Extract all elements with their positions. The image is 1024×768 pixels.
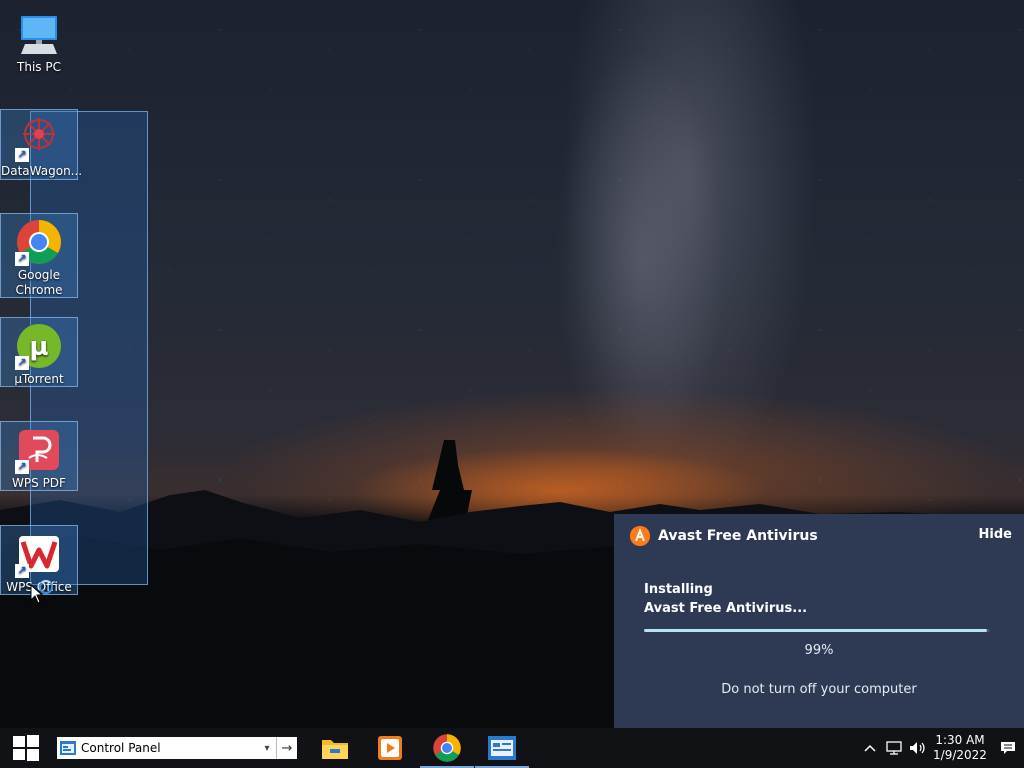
media-player-icon — [378, 736, 402, 760]
avast-title: Avast Free Antivirus — [658, 528, 818, 544]
computer-icon — [15, 10, 63, 58]
install-status-line2: Avast Free Antivirus... — [644, 601, 808, 616]
desktop-icon-label: WPS PDF — [12, 476, 66, 490]
address-toolbar[interactable]: Control Panel ▾ → — [57, 737, 297, 759]
wps-office-icon: ↗ — [15, 530, 63, 578]
chrome-icon — [433, 734, 461, 762]
desktop-icon-this-pc[interactable]: This PC — [1, 6, 77, 76]
taskbar-file-explorer[interactable] — [308, 728, 362, 768]
desktop-icon-google-chrome[interactable]: ↗ Google Chrome — [0, 213, 78, 298]
control-panel-icon — [488, 736, 516, 760]
install-warning-text: Do not turn off your computer — [721, 682, 917, 697]
chrome-icon: ↗ — [15, 218, 63, 266]
shortcut-arrow-icon: ↗ — [15, 252, 29, 266]
desktop-icon-label: Google Chrome — [15, 268, 63, 297]
control-panel-icon — [60, 741, 76, 755]
desktop-icon-datawagon[interactable]: ↗ DataWagon... — [0, 109, 83, 180]
shortcut-arrow-icon: ↗ — [15, 148, 29, 162]
busy-spinner-icon — [39, 580, 53, 594]
hide-button[interactable]: Hide — [979, 527, 1012, 542]
chevron-down-icon[interactable]: ▾ — [258, 743, 276, 754]
go-arrow-icon[interactable]: → — [276, 737, 297, 759]
shortcut-arrow-icon: ↗ — [15, 356, 29, 370]
start-button[interactable] — [0, 728, 52, 768]
taskbar: Control Panel ▾ → 1:30 AM 1/9/2022 — [0, 728, 1024, 768]
windows-logo-icon — [13, 735, 39, 761]
taskbar-chrome[interactable] — [420, 728, 474, 768]
volume-icon[interactable] — [906, 728, 930, 768]
utorrent-icon: µ ↗ — [15, 322, 63, 370]
chevron-up-icon[interactable] — [858, 728, 882, 768]
clock-time: 1:30 AM — [935, 733, 985, 747]
taskbar-media-player[interactable] — [363, 728, 417, 768]
notification-icon[interactable] — [996, 728, 1020, 768]
desktop-icon-label: This PC — [17, 60, 61, 74]
svg-text:µ: µ — [29, 332, 48, 362]
file-explorer-icon — [322, 740, 348, 759]
shortcut-arrow-icon: ↗ — [15, 564, 29, 578]
install-progress-percent: 99% — [804, 643, 834, 658]
install-status-line1: Installing — [644, 582, 713, 597]
desktop-icon-utorrent[interactable]: µ ↗ µTorrent — [0, 317, 78, 387]
network-icon[interactable] — [882, 728, 906, 768]
desktop-icon-label: µTorrent — [14, 372, 64, 386]
desktop-icon-wps-pdf[interactable]: ↗ WPS PDF — [0, 421, 78, 491]
taskbar-clock[interactable]: 1:30 AM 1/9/2022 — [930, 733, 990, 763]
address-input[interactable]: Control Panel — [81, 741, 258, 755]
datawagon-icon: ↗ — [15, 114, 63, 162]
install-progress-bar — [644, 629, 990, 632]
avast-logo-icon — [630, 526, 650, 546]
install-progress-fill — [644, 629, 987, 632]
wps-pdf-icon: ↗ — [15, 426, 63, 474]
system-tray: 1:30 AM 1/9/2022 — [858, 728, 1024, 768]
avast-install-panel: Avast Free Antivirus Hide Installing Ava… — [614, 514, 1024, 728]
taskbar-control-panel[interactable] — [475, 728, 529, 768]
desktop-icon-label: DataWagon... — [1, 164, 83, 178]
clock-date: 1/9/2022 — [933, 748, 987, 762]
avast-header: Avast Free Antivirus — [630, 525, 818, 547]
shortcut-arrow-icon: ↗ — [15, 460, 29, 474]
